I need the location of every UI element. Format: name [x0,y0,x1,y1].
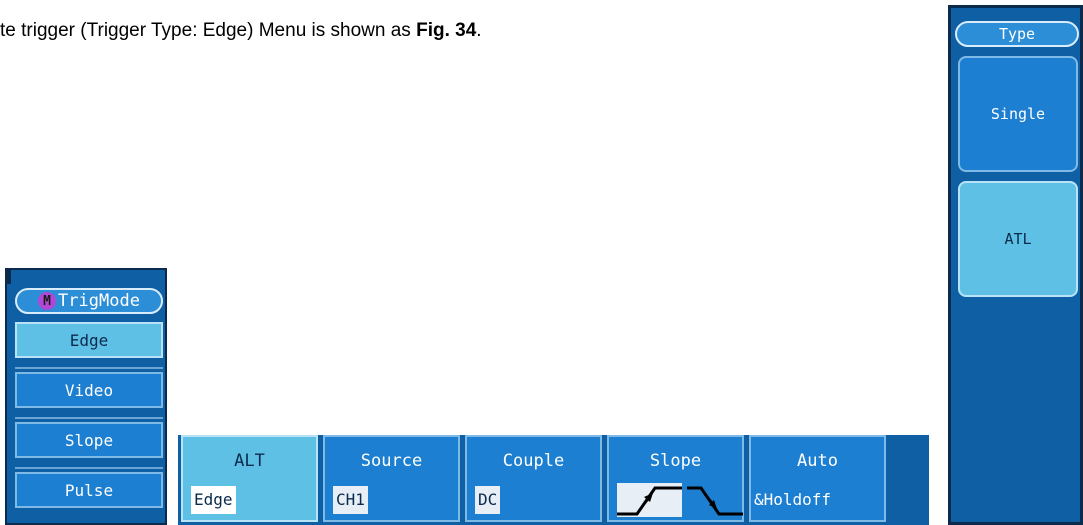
bottom-menu-bar: ALT Edge Source CH1 Couple DC Slope Auto… [178,435,929,525]
type-item-label: ATL [1004,230,1032,248]
alt-button-value: Edge [191,486,236,514]
trigmode-item-label: Video [64,380,114,400]
menu-divider [15,367,163,369]
alt-button[interactable]: ALT Edge [181,435,318,522]
trigmode-item-label: Edge [69,330,109,350]
figure-caption: te trigger (Trigger Type: Edge) Menu is … [0,20,482,42]
trigmode-menu-panel: M TrigMode Edge Video Slope Pulse [5,268,167,525]
auto-button-value: &Holdoff [754,490,832,509]
caption-figure-ref: Fig. 34 [416,20,477,41]
bottom-bar-tail [895,435,929,525]
couple-button-title: Couple [502,451,565,471]
trigmode-item-label: Slope [64,430,114,450]
menu-badge-icon: M [38,292,57,310]
auto-holdoff-button[interactable]: Auto &Holdoff [749,435,886,522]
alt-button-title: ALT [234,451,265,471]
auto-button-title: Auto [797,451,838,471]
panel-corner-marker [7,270,11,284]
couple-button-value: DC [475,486,501,514]
trigmode-menu-header: M TrigMode [15,288,163,314]
type-menu-panel: Type Single ATL [948,5,1083,525]
slope-button[interactable]: Slope [607,435,744,522]
trigmode-item-label: Pulse [64,480,114,500]
type-item-single[interactable]: Single [958,56,1078,172]
menu-divider [15,417,163,419]
trigmode-item-video[interactable]: Video [15,372,163,408]
trigmode-header-label: TrigMode [58,291,140,311]
type-menu-header: Type [955,21,1079,47]
slope-button-title: Slope [649,451,702,471]
caption-suffix: . [476,20,482,41]
source-button[interactable]: Source CH1 [323,435,460,522]
trigmode-item-pulse[interactable]: Pulse [15,472,163,508]
type-item-atl[interactable]: ATL [958,181,1078,297]
falling-edge-icon [687,483,743,517]
couple-button[interactable]: Couple DC [465,435,602,522]
trigmode-item-slope[interactable]: Slope [15,422,163,458]
type-item-label: Single [990,105,1046,123]
source-button-title: Source [360,451,423,471]
type-header-label: Type [998,25,1036,43]
trigmode-item-edge[interactable]: Edge [15,322,163,358]
menu-divider [15,467,163,469]
caption-prefix: te trigger (Trigger Type: Edge) Menu is … [0,20,417,41]
source-button-value: CH1 [333,486,368,514]
rising-edge-icon [617,483,682,517]
